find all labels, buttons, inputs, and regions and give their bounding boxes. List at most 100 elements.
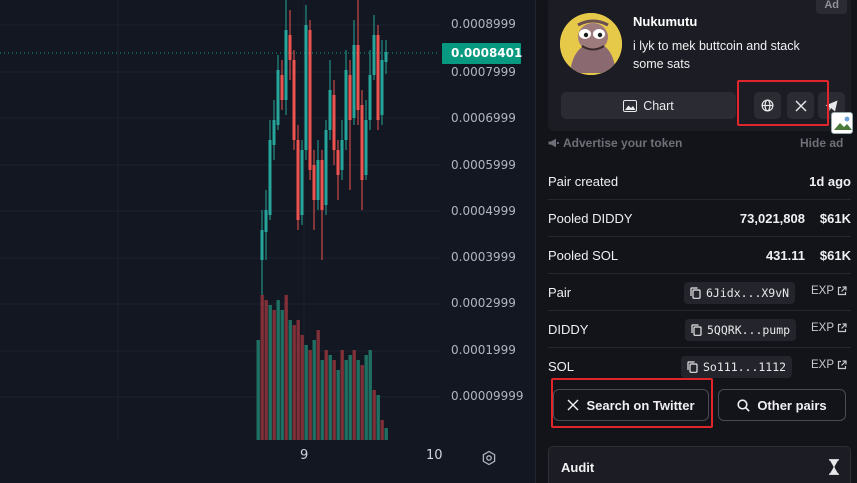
other-pairs-button[interactable]: Other pairs: [718, 389, 846, 421]
broken-image-icon: [831, 112, 853, 134]
candle-body: [360, 105, 364, 180]
search-on-twitter-button[interactable]: Search on Twitter: [553, 389, 709, 421]
volume-bar: [324, 350, 328, 440]
volume-bar: [344, 360, 348, 440]
candle-body: [340, 140, 344, 170]
candle-body: [336, 150, 340, 175]
candle-body: [324, 130, 328, 205]
pair-explorer-link[interactable]: EXP: [811, 285, 847, 297]
pair-address: 6Jidx...X9vN: [706, 286, 790, 300]
candle-body: [316, 160, 320, 200]
volume-bar: [340, 350, 344, 440]
pooled-sol-label: Pooled SOL: [548, 248, 619, 263]
token-address-row: DIDDY 5QQRK...pump EXP: [548, 312, 851, 348]
search-on-twitter-label: Search on Twitter: [586, 397, 695, 413]
candle-body: [312, 165, 316, 200]
pooled-sol-row: Pooled SOL 431.11 $61K: [548, 238, 851, 274]
external-link-icon: [837, 286, 847, 296]
volume-bar: [280, 310, 284, 440]
x-twitter-icon: [795, 100, 806, 111]
x-twitter-icon: [567, 399, 579, 411]
sol-address-copy[interactable]: So111...1112: [681, 356, 793, 378]
price-tick: 0.0008999: [451, 17, 516, 31]
price-chart[interactable]: 0.0008999 0.0007999 0.0006999 0.0005999 …: [0, 0, 535, 483]
pair-created-label: Pair created: [548, 174, 619, 189]
megaphone-icon: [548, 138, 559, 148]
volume-bar: [256, 340, 260, 440]
pair-info-panel: Ad Nukumutu i lyk to mek buttcoin and st…: [535, 0, 857, 483]
volume-bar: [364, 355, 368, 440]
candle-body: [368, 75, 372, 120]
volume-bar: [384, 428, 388, 440]
sol-address: So111...1112: [703, 360, 787, 374]
chart-settings-icon[interactable]: [481, 450, 497, 466]
volume-bar: [264, 300, 268, 440]
sol-explorer-link[interactable]: EXP: [811, 359, 847, 371]
candle-body: [352, 45, 356, 118]
candle-body: [300, 150, 304, 215]
price-tick: 0.0002999: [451, 296, 516, 310]
audit-section[interactable]: Audit: [548, 446, 851, 483]
twitter-button[interactable]: [787, 92, 814, 119]
volume-bar: [332, 360, 336, 440]
telegram-icon: [825, 100, 838, 111]
volume-bar: [336, 370, 340, 440]
candle-body: [384, 52, 388, 62]
advertise-link[interactable]: Advertise your token: [548, 136, 682, 150]
candle-body: [304, 25, 308, 150]
volume-bar: [328, 355, 332, 440]
candle-body: [296, 140, 300, 220]
advertise-label: Advertise your token: [563, 136, 683, 150]
candle-body: [276, 70, 280, 125]
candle-body: [272, 120, 276, 145]
pooled-token-amount: 73,021,808: [739, 211, 805, 226]
price-tick: 0.0007999: [451, 65, 516, 79]
candle-body: [320, 160, 324, 210]
ad-badge: Ad: [816, 0, 847, 14]
token-description: i lyk to mek buttcoin and stack some sat…: [633, 39, 800, 71]
price-tick: 0.0004999: [451, 204, 516, 218]
other-pairs-label: Other pairs: [757, 397, 827, 413]
candle-body: [380, 60, 384, 115]
token-label: DIDDY: [548, 322, 589, 337]
candle-body: [288, 35, 292, 60]
hourglass-icon: [829, 459, 839, 475]
explorer-label: EXP: [811, 285, 835, 297]
pair-label: Pair: [548, 285, 572, 300]
advertise-bar: Advertise your token Hide ad: [548, 136, 851, 150]
token-address: 5QQRK...pump: [707, 323, 791, 337]
volume-bar: [276, 300, 280, 440]
external-link-icon: [837, 323, 847, 333]
price-tick: 0.0006999: [451, 111, 516, 125]
chart-button[interactable]: Chart: [561, 92, 736, 119]
volume-bar: [356, 360, 360, 440]
candle-body: [268, 140, 272, 215]
volume-bar: [268, 305, 272, 440]
candle-body: [308, 30, 312, 170]
candle-body: [356, 45, 360, 110]
volume-bar: [284, 295, 288, 440]
price-tick: 0.00009999: [451, 389, 524, 403]
token-address-copy[interactable]: 5QQRK...pump: [685, 319, 797, 341]
price-tick: 0.0003999: [451, 250, 516, 264]
pair-address-copy[interactable]: 6Jidx...X9vN: [684, 282, 796, 304]
copy-icon: [687, 361, 698, 373]
chart-button-label: Chart: [643, 98, 674, 113]
pooled-sol-usd: $61K: [819, 248, 851, 263]
volume-bar: [372, 390, 376, 440]
search-icon: [737, 398, 751, 412]
candle-body: [372, 35, 376, 75]
candle-body: [284, 30, 288, 100]
explorer-label: EXP: [811, 359, 835, 371]
price-tick: 0.0001999: [451, 343, 516, 357]
token-explorer-link[interactable]: EXP: [811, 322, 847, 334]
hide-ad-link[interactable]: Hide ad: [800, 136, 843, 150]
candle-body: [292, 60, 296, 140]
sol-label: SOL: [548, 359, 575, 374]
volume-bar: [380, 420, 384, 440]
website-button[interactable]: [754, 92, 781, 119]
copy-icon: [691, 324, 702, 336]
token-name: Nukumutu: [633, 14, 698, 29]
candle-body: [376, 35, 380, 120]
volume-bar: [360, 365, 364, 440]
